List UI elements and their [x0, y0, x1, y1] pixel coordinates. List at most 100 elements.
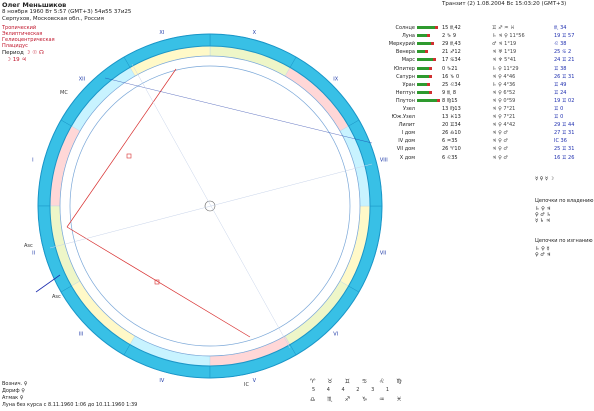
center-circle [204, 200, 216, 212]
planet-aspects: ♄ ♀ 11°29 [492, 65, 519, 72]
planet-position: 21 ♐12 [442, 49, 461, 56]
house-number: III [79, 331, 83, 337]
planet-aspects: ♃ ♀ 7°21 [492, 114, 516, 121]
planet-position: 6 ♒35 [442, 138, 458, 145]
planet-strength-bar [416, 64, 441, 72]
planet-name: VII дом [396, 146, 415, 153]
exaltation-glyphs: ♄ ♀ ☿ ♀ ♂ ♃ [535, 246, 551, 258]
rulership-heading: Цепочки по владению [535, 198, 594, 204]
exaltation-heading: Цепочки по изгнанию [535, 238, 593, 244]
planet-aspects: ♃ ♀ 0°59 [492, 97, 516, 104]
planet-house: 29 ♊ 44 [554, 122, 575, 129]
mc-label: MC [60, 90, 68, 96]
planet-house: 24 ♊ 21 [554, 57, 575, 64]
planet-position: 15 ♏42 [442, 25, 461, 32]
planet-position: 26 ♎10 [442, 130, 461, 137]
zodiac-sign-segment [289, 285, 360, 356]
planet-row: Юпитер 0 ♑21 ♄ ♀ 11°29 ♊ 38 [382, 64, 585, 72]
planet-name: Плутон [395, 97, 415, 104]
planet-aspects: ♄ ♀ 4°36 [492, 81, 516, 88]
planet-strength-bar [416, 73, 441, 81]
planet-aspects: ♃ ♀ ♂ [492, 138, 508, 145]
planet-aspects: ♃ ♀ 4°42 [492, 122, 516, 129]
planet-position: 0 ♑21 [442, 65, 458, 72]
planet-row: Солнце 15 ♏42 ♊ ♐ ♒ ♓ ♏ 34 [382, 24, 585, 32]
planet-row: IV дом 6 ♒35 ♃ ♀ ♂ IC 36 [382, 137, 585, 145]
planet-row: Нептун 9 ♏ 8 ♃ ♀ 6°52 ♊ 24 [382, 89, 585, 97]
planet-strength-bar [416, 129, 441, 137]
planet-strength-bar [416, 105, 441, 113]
planet-row: Венера 21 ♐12 ♃ ♅ 1°19 25 ♋ 2 [382, 48, 585, 56]
planet-aspects: ♃ ♅ 1°19 [492, 49, 517, 56]
planet-aspects: ♃ ♀ ♂ [492, 154, 508, 161]
footer-line-2: Дориф ♀ [2, 388, 25, 394]
chain-icons: ☿ ♀ ☿ ☽ [535, 176, 555, 182]
planet-position: 29 ♏43 [442, 41, 461, 48]
planet-name: Сатурн [396, 73, 415, 80]
planet-position: 20 ♊34 [442, 122, 461, 129]
house-number: IV [159, 378, 164, 384]
mode-legend: ♎ ♏ ♐ ♑ ♒ ♓ [310, 396, 407, 403]
planet-house: IC 36 [554, 138, 567, 145]
house-number: II [32, 251, 35, 257]
planet-name: X дом [399, 154, 415, 161]
planet-row: Луна 2 ♑ 9 ♄ ♃ ♀ 11°56 19 ♊ 57 [382, 32, 585, 40]
planet-aspects: ♃ ♀ ♂ [492, 146, 508, 153]
footer-line-4: Луна без курса с 8.11.1960 1:06 до 10.11… [2, 402, 138, 408]
planet-table: Солнце 15 ♏42 ♊ ♐ ♒ ♓ ♏ 34 Луна 2 ♑ 9 ♄ ♃ ♀ 11… [382, 24, 585, 162]
house-number: IX [333, 77, 338, 83]
planet-strength-bar [416, 137, 441, 145]
planet-row: X дом 6 ♌35 ♃ ♀ ♂ 16 ♊ 26 [382, 154, 585, 162]
planet-house: 19 ♊ 57 [554, 33, 575, 40]
planet-aspects: ♃ ♀ 4°46 [492, 73, 516, 80]
planet-house: 26 ♊ 31 [554, 73, 575, 80]
house-number: I [32, 157, 33, 163]
planet-strength-bar [416, 56, 441, 64]
planet-strength-bar [416, 24, 441, 32]
planet-aspects: ♃ ♀ 7°21 [492, 105, 516, 112]
house-number: VI [333, 331, 338, 337]
planet-house: ♊ 24 [554, 89, 567, 96]
planet-aspects: ♃ ♀ ♂ [492, 130, 508, 137]
planet-house: 27 ♊ 31 [554, 130, 575, 137]
planet-row: I дом 26 ♎10 ♃ ♀ ♂ 27 ♊ 31 [382, 129, 585, 137]
planet-row: Сатурн 16 ♑ 0 ♃ ♀ 4°46 26 ♊ 31 [382, 73, 585, 81]
planet-name: Юпитер [393, 65, 415, 72]
planet-name: Лилит [398, 122, 415, 129]
rulership-glyphs: ♄ ♀ ♃ ♀ ♂ ♄ ☿ ♄ ♃ [535, 206, 551, 224]
ic-label: IC [244, 382, 249, 388]
planet-aspects: ♃ ♆ 5°41 [492, 57, 517, 64]
planet-house: ♊ 0 [554, 105, 564, 112]
planet-strength-bar [416, 154, 441, 162]
planet-house: 25 ♋ 2 [554, 49, 572, 56]
planet-aspects: ♂ ♃ 1°19 [492, 41, 517, 48]
planet-name: I дом [401, 130, 415, 137]
planet-house: ♌ 38 [554, 41, 567, 48]
house-number: X [253, 30, 257, 36]
planet-strength-bar [416, 113, 441, 121]
planet-position: 25 ♌34 [442, 81, 461, 88]
planet-position: 13 ♍13 [442, 105, 461, 112]
planet-name: Нептун [395, 89, 415, 96]
element-counts: 5 4 4 2 3 1 [312, 387, 395, 393]
planet-strength-bar [416, 145, 441, 153]
planet-position: 26 ♈10 [442, 146, 461, 153]
planet-name: Венера [395, 49, 415, 56]
planet-row: Лилит 20 ♊34 ♃ ♀ 4°42 29 ♊ 44 [382, 121, 585, 129]
planet-house: 25 ♊ 31 [554, 146, 575, 153]
planet-strength-bar [416, 81, 441, 89]
planet-row: Уран 25 ♌34 ♄ ♀ 4°36 ♊ 49 [382, 81, 585, 89]
asc2-label: Asc [52, 294, 61, 300]
zodiac-sign-segment [60, 285, 131, 356]
element-legend: ♈ ♉ ♊ ♋ ♌ ♍ [310, 378, 407, 385]
planet-strength-bar [416, 40, 441, 48]
planet-row: Плутон 8 ♍15 ♃ ♀ 0°59 19 ♊ 02 [382, 97, 585, 105]
planet-position: 2 ♑ 9 [442, 33, 457, 40]
planet-name: Узел [403, 105, 415, 112]
planet-house: ♏ 34 [554, 25, 567, 32]
planet-house: 16 ♊ 26 [554, 154, 575, 161]
zodiac-sign-segment [60, 56, 131, 127]
planet-name: Меркурий [388, 41, 415, 48]
house-number: V [253, 378, 257, 384]
planet-house: ♊ 0 [554, 114, 564, 121]
